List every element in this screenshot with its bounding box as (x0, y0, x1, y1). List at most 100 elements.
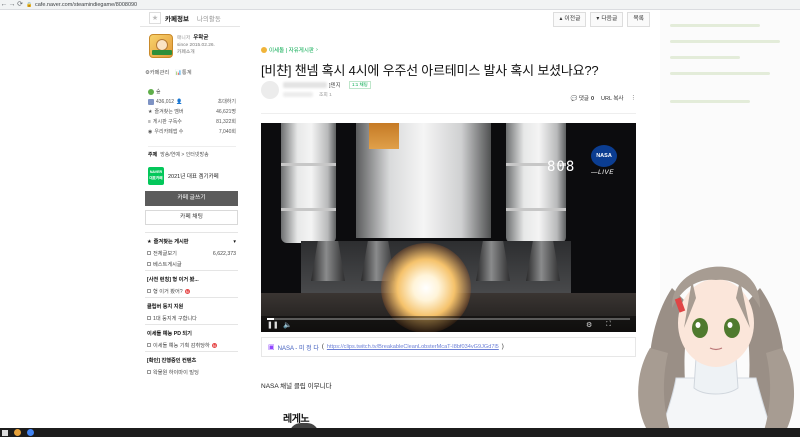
faint-line (670, 24, 760, 27)
cafe-since: since 2015.02.26. (177, 43, 215, 48)
menu-item[interactable]: 이세돌 예능 기획 감취당하 N (145, 340, 238, 351)
video-progress-bar[interactable] (267, 318, 630, 320)
next-post-button[interactable]: ▾ 다음글 (590, 12, 624, 27)
chevron-right-icon: › (315, 47, 318, 53)
comments-button[interactable]: 💬 댓글 0 (570, 94, 594, 102)
board-icon (147, 343, 151, 347)
pause-icon[interactable]: ❚❚ (267, 321, 279, 329)
core-gold-panel (369, 123, 399, 149)
menu-item-label: 전체글보기 (153, 251, 177, 257)
write-post-button[interactable]: 카페 글쓰기 (145, 191, 238, 206)
favorites-section[interactable]: ★ 즐겨찾는 게시판 ▾ (145, 232, 238, 248)
booster-stripe (506, 208, 566, 211)
menu-item[interactable]: 왁물원 하이마이 빌딩 (145, 367, 238, 378)
booster-stripe (281, 208, 336, 211)
caret-down-icon[interactable]: ▾ (233, 239, 236, 245)
volume-icon[interactable]: 🔈 (283, 321, 292, 329)
tab-my-activity[interactable]: 나의활동 (197, 13, 221, 23)
menu-item-count: 6,622,373 (212, 250, 236, 257)
url-field[interactable]: cafe.naver.com/steamindiegame/8008090 (35, 2, 137, 8)
chrome-icon[interactable] (27, 429, 34, 436)
comments-label: 댓글 (578, 96, 589, 102)
chat-badge[interactable]: 1:1 채팅 (349, 81, 371, 89)
board-icon (147, 370, 151, 374)
award-text: 2021년 대표 겜기카페 (168, 174, 219, 180)
menu-item[interactable]: 1대 둥지게 구합니다 (145, 313, 238, 324)
comment-icon: 💬 (570, 96, 578, 102)
new-badge-icon: N (184, 289, 190, 294)
favorite-star-icon[interactable]: ★ (149, 12, 161, 24)
star-icon: ★ (147, 239, 152, 245)
windows-start-icon[interactable] (2, 429, 8, 436)
author-name[interactable]: ]덴지 (329, 81, 341, 89)
stat-value: 46,621명 (216, 109, 236, 115)
post-date-blurred (283, 92, 313, 97)
cafe-logo[interactable] (149, 34, 173, 58)
faint-line (670, 56, 740, 59)
right-booster (506, 123, 566, 243)
settings-icon[interactable]: ⚙ (586, 321, 592, 329)
tree-icon (148, 89, 154, 95)
cafe-meta: 매니저 우왁굳 since 2015.02.26. 카페소개 (177, 35, 215, 56)
members-suffix: 👤 (176, 99, 183, 105)
stat-row: ◉ 우리카페앱 수 7,040회 (148, 127, 236, 137)
cafe-level: 숲 (156, 89, 161, 95)
invite-link[interactable]: 초대하기 (218, 97, 236, 107)
cafe-topic: 주제 방송/연예 > 인터넷방송 (148, 146, 236, 158)
menu-section-title: 이세돌 예능 PD 되기 (147, 331, 192, 337)
cafe-level-row: 숲 (148, 87, 236, 97)
arrow-left-icon[interactable]: ← (0, 0, 8, 10)
manager-name[interactable]: 우왁굳 (193, 35, 208, 41)
members-row: 436,012 👤 초대하기 (148, 97, 236, 107)
topic-label: 주제 (148, 152, 158, 158)
list-button[interactable]: 목록 (627, 12, 650, 27)
faint-line (670, 40, 780, 43)
cafe-chat-button[interactable]: 카페 채팅 (145, 210, 238, 225)
clip-url[interactable]: https://clips.twitch.tv/BreakableCleanLo… (327, 344, 499, 350)
menu-item-label: 이세돌 예능 기획 감취당하 (153, 343, 210, 349)
members-count[interactable]: 436,012 (156, 97, 174, 107)
cafe-intro-link[interactable]: 카페소개 (177, 49, 215, 56)
board-icon (147, 251, 151, 255)
divider (261, 113, 636, 114)
board-link[interactable]: 이세돌 | 자유게시판 › (261, 46, 636, 54)
booster-stripe (281, 163, 336, 166)
menu-section[interactable]: [사전 런칭] 형 이거 봤... (145, 270, 238, 286)
menu-item-best-posts[interactable]: 베스트게시글 (145, 259, 238, 270)
video-player[interactable]: 808 NASA —LIVE ❚❚ 🔈 ⚙ ⛶ (261, 123, 636, 332)
tab-cafe-info[interactable]: 카페정보 (165, 13, 189, 23)
arrow-right-icon[interactable]: → (8, 0, 16, 10)
reload-icon[interactable]: ⟳ (16, 0, 24, 10)
next-post-label: 다음글 (601, 16, 618, 22)
article-body-text: NASA 채널 클립 이무니다 (261, 383, 332, 390)
face (678, 279, 754, 367)
cafe-manage-link[interactable]: ⚙카페관리 (145, 68, 169, 76)
stat-label: 게시판 구독수 (152, 119, 182, 125)
star-icon: ★ (148, 109, 153, 115)
menu-item[interactable]: 형 이거 봤어? N (145, 286, 238, 297)
clip-channel[interactable]: NASA - 미 정 다 (278, 343, 319, 352)
post-nav-buttons: ▴ 이전글 ▾ 다음글 목록 (553, 12, 650, 27)
menu-section[interactable]: [확인] 진행중인 컨텐츠 (145, 351, 238, 367)
menu-section[interactable]: 이세돌 예능 PD 되기 (145, 324, 238, 340)
menu-item-label: 베스트게시글 (153, 262, 182, 268)
url-copy-button[interactable]: URL 복사 (601, 94, 623, 102)
favorites-title: 즐겨찾는 게시판 (153, 239, 189, 245)
taskbar-app-icon[interactable] (14, 429, 21, 436)
more-options-icon[interactable]: ⋮ (631, 95, 637, 101)
fullscreen-icon[interactable]: ⛶ (606, 321, 611, 329)
left-booster (281, 123, 336, 243)
menu-item-label: 왁물원 하이마이 빌딩 (153, 370, 199, 376)
cafe-stats: 숲 436,012 👤 초대하기 ★ 즐겨찾는 멤버 46,621명 ≡ 게시판 구독… (148, 87, 236, 137)
video-progress-fill (267, 318, 275, 320)
menu-item-all-posts[interactable]: 전체글보기 6,622,373 (145, 248, 238, 259)
manager-label: 매니저 (177, 36, 191, 41)
avatar[interactable] (261, 81, 279, 99)
clip-link-card[interactable]: ▣ NASA - 미 정 다 (https://clips.twitch.tv/… (261, 337, 636, 357)
menu-section[interactable]: 클립버 둥지 지원 (145, 297, 238, 313)
topic-value[interactable]: 방송/연예 > 인터넷방송 (160, 152, 209, 158)
author-row: ]덴지 1:1 채팅 조회 1 💬 댓글 0 URL 복사 ⋮ (261, 81, 636, 105)
cafe-stats-link[interactable]: 📊통계 (175, 68, 191, 76)
os-taskbar (0, 428, 800, 437)
prev-post-button[interactable]: ▴ 이전글 (553, 12, 587, 27)
